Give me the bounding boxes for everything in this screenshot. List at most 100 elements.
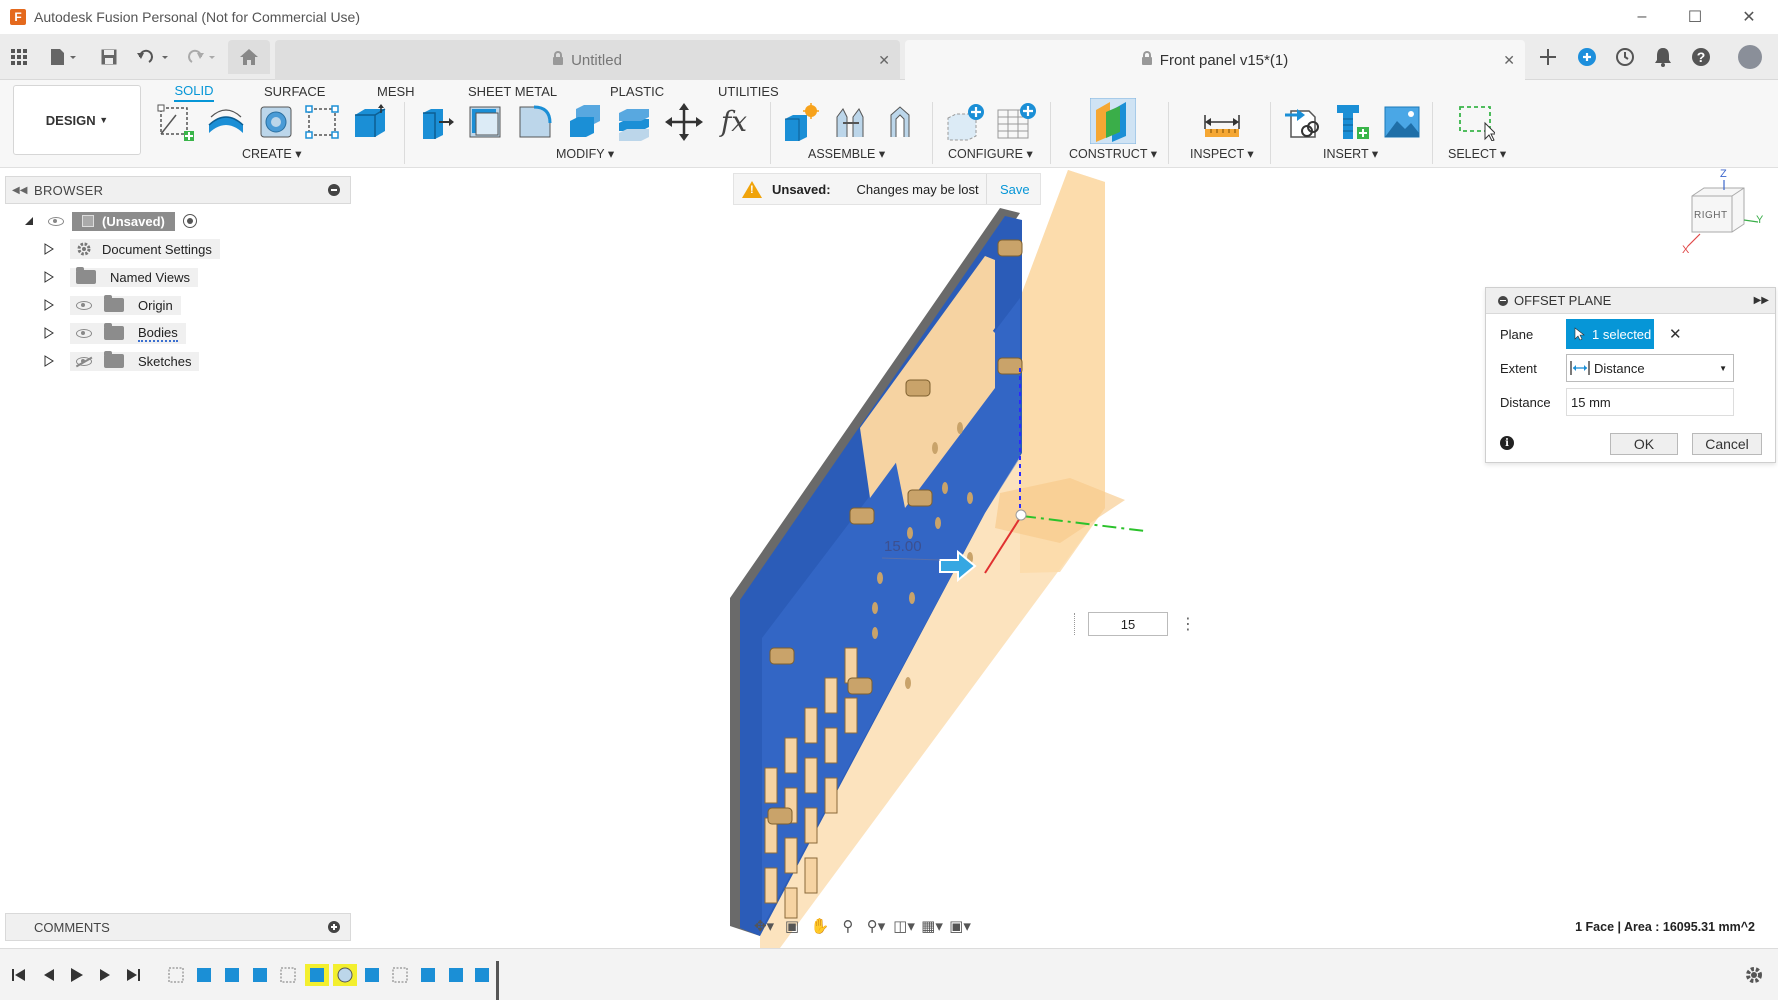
close-window-button[interactable]: ✕: [1722, 0, 1776, 34]
visibility-eye-icon[interactable]: [48, 216, 64, 226]
distance-inline-input[interactable]: 15: [1088, 612, 1168, 636]
measure-icon[interactable]: [1202, 102, 1242, 142]
timeline-play-icon[interactable]: [70, 968, 84, 985]
revolve-icon[interactable]: [256, 102, 296, 142]
view-cube[interactable]: RIGHT Z Y X: [1680, 168, 1766, 260]
tab-sheet-metal[interactable]: SHEET METAL: [468, 80, 557, 102]
grid-settings-icon[interactable]: ▦▾: [918, 914, 946, 938]
workspace-switcher-button[interactable]: DESIGN ▼: [13, 85, 141, 155]
user-avatar[interactable]: [1735, 44, 1765, 70]
create-sketch-icon[interactable]: [155, 102, 195, 142]
close-tab-icon[interactable]: ✕: [1503, 52, 1515, 69]
new-component-icon[interactable]: [780, 102, 820, 142]
expand-right-icon[interactable]: [44, 271, 54, 283]
distance-field[interactable]: 15 mm: [1566, 388, 1734, 416]
visibility-eye-icon[interactable]: [76, 328, 92, 338]
configuration-table-icon[interactable]: [996, 102, 1036, 142]
visibility-eye-icon[interactable]: [76, 300, 92, 310]
joint-icon[interactable]: [830, 102, 870, 142]
dialog-header[interactable]: OFFSET PLANE ▶▶: [1486, 288, 1775, 314]
browser-item-sketches[interactable]: Sketches: [44, 349, 200, 373]
maximize-button[interactable]: ☐: [1668, 0, 1722, 34]
viewports-icon[interactable]: ▣▾: [946, 914, 974, 938]
select-window-icon[interactable]: [1456, 102, 1496, 142]
extrude-icon[interactable]: [206, 102, 246, 142]
file-menu-icon[interactable]: [46, 44, 82, 70]
tab-utilities[interactable]: UTILITIES: [718, 80, 779, 102]
info-icon[interactable]: i: [1500, 436, 1514, 450]
tab-solid[interactable]: SOLID: [174, 80, 214, 102]
insert-mcmaster-icon[interactable]: [1332, 102, 1372, 142]
extensions-icon[interactable]: [1574, 44, 1600, 70]
collapse-dialog-icon[interactable]: [1498, 295, 1508, 306]
modify-group-label[interactable]: MODIFY ▾: [556, 146, 614, 161]
timeline-next-icon[interactable]: [98, 968, 112, 985]
timeline-first-icon[interactable]: [12, 968, 26, 985]
notifications-bell-icon[interactable]: [1650, 44, 1676, 70]
add-comment-icon[interactable]: [328, 921, 340, 933]
browser-item-origin[interactable]: Origin: [44, 293, 181, 317]
plane-selection-button[interactable]: 1 selected: [1566, 319, 1654, 349]
look-at-icon[interactable]: ▣: [778, 914, 806, 938]
timeline-last-icon[interactable]: [126, 968, 140, 985]
extent-dropdown[interactable]: Distance ▼: [1566, 354, 1734, 382]
assemble-group-label[interactable]: ASSEMBLE ▾: [808, 146, 885, 161]
save-link[interactable]: Save: [1000, 182, 1030, 197]
tab-front-panel[interactable]: Front panel v15*(1) ✕: [905, 40, 1525, 80]
tab-untitled[interactable]: Untitled ✕: [275, 40, 900, 80]
more-options-icon[interactable]: ⋮: [1180, 614, 1196, 634]
undo-icon[interactable]: [135, 44, 173, 70]
help-icon[interactable]: ?: [1688, 44, 1714, 70]
browser-root-node[interactable]: (Unsaved): [24, 209, 197, 233]
as-built-joint-icon[interactable]: [880, 102, 920, 142]
construct-offset-plane-icon[interactable]: [1090, 98, 1136, 144]
move-copy-icon[interactable]: [664, 102, 704, 142]
collapse-panel-icon[interactable]: ◀◀: [12, 185, 27, 196]
create-group-label[interactable]: CREATE ▾: [242, 146, 302, 161]
configure-group-label[interactable]: CONFIGURE ▾: [948, 146, 1033, 161]
save-icon[interactable]: [97, 44, 121, 70]
combine-icon[interactable]: [614, 102, 654, 142]
press-pull-icon[interactable]: [416, 102, 456, 142]
construct-group-label[interactable]: CONSTRUCT ▾: [1069, 146, 1157, 161]
expand-right-icon[interactable]: [44, 327, 54, 339]
timeline-settings-gear-icon[interactable]: [1744, 965, 1764, 988]
shell-icon[interactable]: [565, 102, 605, 142]
tab-surface[interactable]: SURFACE: [264, 80, 325, 102]
tab-mesh[interactable]: MESH: [377, 80, 415, 102]
timeline-previous-icon[interactable]: [42, 968, 56, 985]
drag-handle[interactable]: [1074, 613, 1084, 635]
ok-button[interactable]: OK: [1610, 433, 1678, 455]
timeline-marker[interactable]: [496, 961, 499, 1000]
pan-hand-icon[interactable]: ✋: [806, 914, 834, 938]
fillet-icon[interactable]: [465, 102, 505, 142]
redo-icon[interactable]: [182, 44, 220, 70]
parameters-fx-icon[interactable]: fx: [714, 102, 754, 142]
expand-right-icon[interactable]: [44, 355, 54, 367]
chamfer-icon[interactable]: [515, 102, 555, 142]
display-settings-icon[interactable]: ◫▾: [890, 914, 918, 938]
browser-options-icon[interactable]: [328, 184, 340, 196]
insert-canvas-image-icon[interactable]: [1382, 102, 1422, 142]
cancel-button[interactable]: Cancel: [1692, 433, 1762, 455]
visibility-hidden-eye-icon[interactable]: [76, 356, 92, 366]
minimize-button[interactable]: –: [1615, 0, 1669, 34]
close-tab-icon[interactable]: ✕: [878, 52, 890, 69]
expand-down-icon[interactable]: [24, 216, 34, 226]
inspect-group-label[interactable]: INSPECT ▾: [1190, 146, 1254, 161]
zoom-window-icon[interactable]: ⚲▾: [862, 914, 890, 938]
activate-radio-icon[interactable]: [182, 214, 197, 228]
new-tab-plus-icon[interactable]: [1535, 44, 1561, 70]
data-panel-grid-icon[interactable]: [8, 44, 30, 70]
canvas-viewport[interactable]: 15.00 RIGHT Z Y X: [0, 168, 1778, 948]
configure-design-icon[interactable]: [946, 102, 986, 142]
browser-item-named-views[interactable]: Named Views: [44, 265, 198, 289]
job-status-clock-icon[interactable]: [1612, 44, 1638, 70]
browser-item-document-settings[interactable]: Document Settings: [44, 237, 220, 261]
box-icon[interactable]: [350, 102, 390, 142]
browser-item-bodies[interactable]: Bodies: [44, 321, 186, 345]
expand-dialog-icon[interactable]: ▶▶: [1754, 295, 1769, 306]
expand-right-icon[interactable]: [44, 299, 54, 311]
clear-selection-icon[interactable]: ✕: [1669, 325, 1682, 343]
tab-plastic[interactable]: PLASTIC: [610, 80, 664, 102]
